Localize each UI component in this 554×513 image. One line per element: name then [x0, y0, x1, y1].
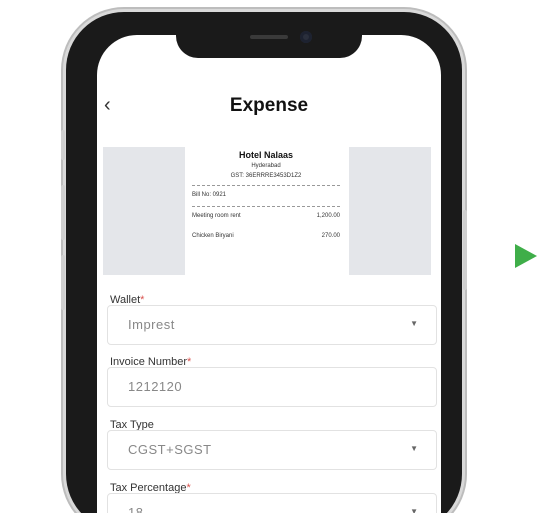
- caret-down-icon: ▼: [410, 507, 418, 513]
- phone-power-button: [463, 210, 467, 290]
- receipt-item-name: Chicken Biryani: [192, 233, 234, 239]
- receipt-item-amount: 1,200.00: [316, 213, 340, 219]
- tax-type-select[interactable]: CGST+SGST ▼: [107, 430, 437, 470]
- receipt-divider: [192, 185, 340, 186]
- receipt-item-name: Meeting room rent: [192, 213, 241, 219]
- invoice-number-input[interactable]: 1212120: [107, 367, 437, 407]
- receipt-preview-right-bg: [349, 147, 431, 275]
- receipt-item-amount: 270.00: [321, 233, 340, 239]
- receipt-preview-left-bg: [103, 147, 185, 275]
- wallet-select[interactable]: Imprest ▼: [107, 305, 437, 345]
- page-title: Expense: [229, 95, 309, 116]
- phone-volume-up: [61, 185, 65, 240]
- phone-screen: ‹ Expense Hotel Nalaas Hyderabad GST: 36…: [97, 35, 441, 513]
- invoice-number-value: 1212120: [128, 379, 183, 394]
- wallet-value: Imprest: [128, 317, 175, 332]
- receipt-bill-no: Bill No: 0921: [192, 192, 227, 198]
- receipt-hotel-name: Hotel Nalaas: [238, 150, 294, 160]
- receipt-city: Hyderabad: [251, 163, 281, 169]
- receipt-item-row: Chicken Biryani 270.00: [192, 233, 340, 239]
- phone-side-button: [61, 130, 65, 160]
- front-camera: [300, 31, 312, 43]
- tax-percentage-value: 18: [128, 505, 144, 513]
- play-icon[interactable]: [515, 244, 537, 268]
- receipt-item-row: Meeting room rent 1,200.00: [192, 213, 340, 219]
- receipt-image[interactable]: Hotel Nalaas Hyderabad GST: 36ERRRE3453D…: [186, 142, 346, 279]
- tax-type-value: CGST+SGST: [128, 442, 212, 457]
- caret-down-icon: ▼: [410, 319, 418, 328]
- caret-down-icon: ▼: [410, 444, 418, 453]
- tax-percentage-select[interactable]: 18 ▼: [107, 493, 437, 513]
- phone-notch: [176, 28, 362, 58]
- phone-volume-down: [61, 255, 65, 310]
- receipt-divider: [192, 206, 340, 207]
- receipt-gst: GST: 36ERRRE3453D1Z2: [230, 173, 302, 179]
- speaker-grille: [250, 35, 288, 39]
